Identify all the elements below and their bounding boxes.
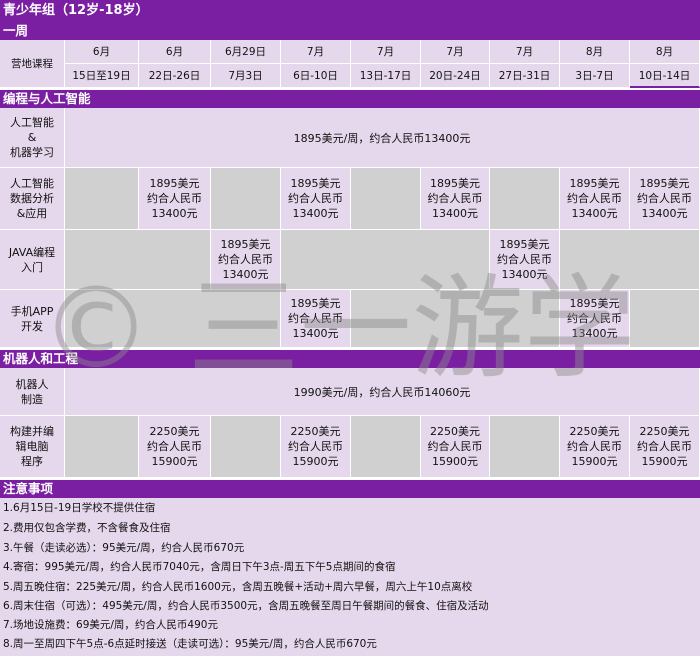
empty-cell [65,168,139,230]
price-cell: 1895美元 约合人民币 13400元 [490,230,560,290]
price-cell: 1895美元 约合人民币 13400元 [211,230,281,290]
header-month: 6月 [65,40,139,64]
empty-cell [65,416,139,478]
header-date: 3日-7日 [560,64,630,88]
week-label: 一周 [0,22,700,40]
course-label-robot: 机器人 制造 [0,368,65,416]
header-date: 22日-26日 [139,64,211,88]
price-cell: 2250美元 约合人民币 15900元 [139,416,211,478]
header-month: 6月29日 [211,40,281,64]
empty-cell [65,230,211,290]
note-item: 1.6月15日-19日学校不提供住宿 [3,502,156,514]
price-cell: 1895美元 约合人民币 13400元 [421,168,490,230]
note-item: 8.周一至周四下午5点-6点延时接送（走读可选）：95美元/周，约合人民币670… [3,638,377,650]
empty-cell [351,290,560,348]
note-item: 5.周五晚住宿：225美元/周，约合人民币1600元，含周五晚餐+活动+周六早餐… [3,581,473,593]
price-cell: 1895美元 约合人民币 13400元 [281,168,351,230]
page-title: 青少年组（12岁-18岁） [0,0,700,22]
price-cell: 1990美元/周，约合人民币14060元 [65,368,700,416]
note-item: 7.场地设施费：69美元/周，约合人民币490元 [3,619,218,631]
price-cell: 2250美元 约合人民币 15900元 [421,416,490,478]
price-cell: 2250美元 约合人民币 15900元 [560,416,630,478]
empty-cell [65,290,281,348]
header-month: 8月 [630,40,700,64]
empty-cell [351,168,421,230]
notes-title: 注意事项 [0,480,700,498]
header-month: 6月 [139,40,211,64]
header-date: 6日-10日 [281,64,351,88]
header-date: 20日-24日 [421,64,490,88]
empty-cell [630,290,700,348]
note-item: 6.周末住宿（可选）：495美元/周，约合人民币3500元，含周五晚餐至周日午餐… [3,600,489,612]
empty-cell [490,168,560,230]
header-month: 7月 [351,40,421,64]
header-date: 15日至19日 [65,64,139,88]
note-item: 4.寄宿：995美元/周，约合人民币7040元，含周日下午3点-周五下午5点期间… [3,561,396,573]
price-cell: 1895美元/周，约合人民币13400元 [65,108,700,168]
price-cell: 1895美元 约合人民币 13400元 [630,168,700,230]
notes-box: 1.6月15日-19日学校不提供住宿 2.费用仅包含学费，不含餐食及住宿 3.午… [0,498,700,656]
header-month: 7月 [281,40,351,64]
header-date: 13日-17日 [351,64,421,88]
camp-course-header: 营地课程 [0,40,65,88]
course-label-computer: 构建并编 辑电脑 程序 [0,416,65,478]
course-label-java: JAVA编程 入门 [0,230,65,290]
empty-cell [560,230,700,290]
section-coding: 编程与人工智能 [0,90,700,108]
price-cell: 1895美元 约合人民币 13400元 [560,168,630,230]
note-item: 2.费用仅包含学费，不含餐食及住宿 [3,522,171,534]
price-table: 青少年组（12岁-18岁） 一周 营地课程 6月 6月 6月29日 7月 7月 … [0,0,700,656]
empty-cell [211,168,281,230]
header-month: 8月 [560,40,630,64]
price-cell: 2250美元 约合人民币 15900元 [281,416,351,478]
price-cell: 1895美元 约合人民币 13400元 [139,168,211,230]
price-cell: 2250美元 约合人民币 15900元 [630,416,700,478]
course-label-ai-ml: 人工智能 & 机器学习 [0,108,65,168]
empty-cell [351,416,421,478]
course-label-ai-data: 人工智能 数据分析 &应用 [0,168,65,230]
header-date: 10日-14日 [630,64,700,88]
empty-cell [281,230,490,290]
note-item: 3.午餐（走读必选）：95美元/周，约合人民币670元 [3,542,245,554]
price-cell: 1895美元 约合人民币 13400元 [281,290,351,348]
course-label-app: 手机APP 开发 [0,290,65,348]
section-robotics: 机器人和工程 [0,350,700,368]
price-cell: 1895美元 约合人民币 13400元 [560,290,630,348]
header-date: 27日-31日 [490,64,560,88]
header-month: 7月 [421,40,490,64]
empty-cell [211,416,281,478]
header-month: 7月 [490,40,560,64]
header-date: 7月3日 [211,64,281,88]
empty-cell [490,416,560,478]
